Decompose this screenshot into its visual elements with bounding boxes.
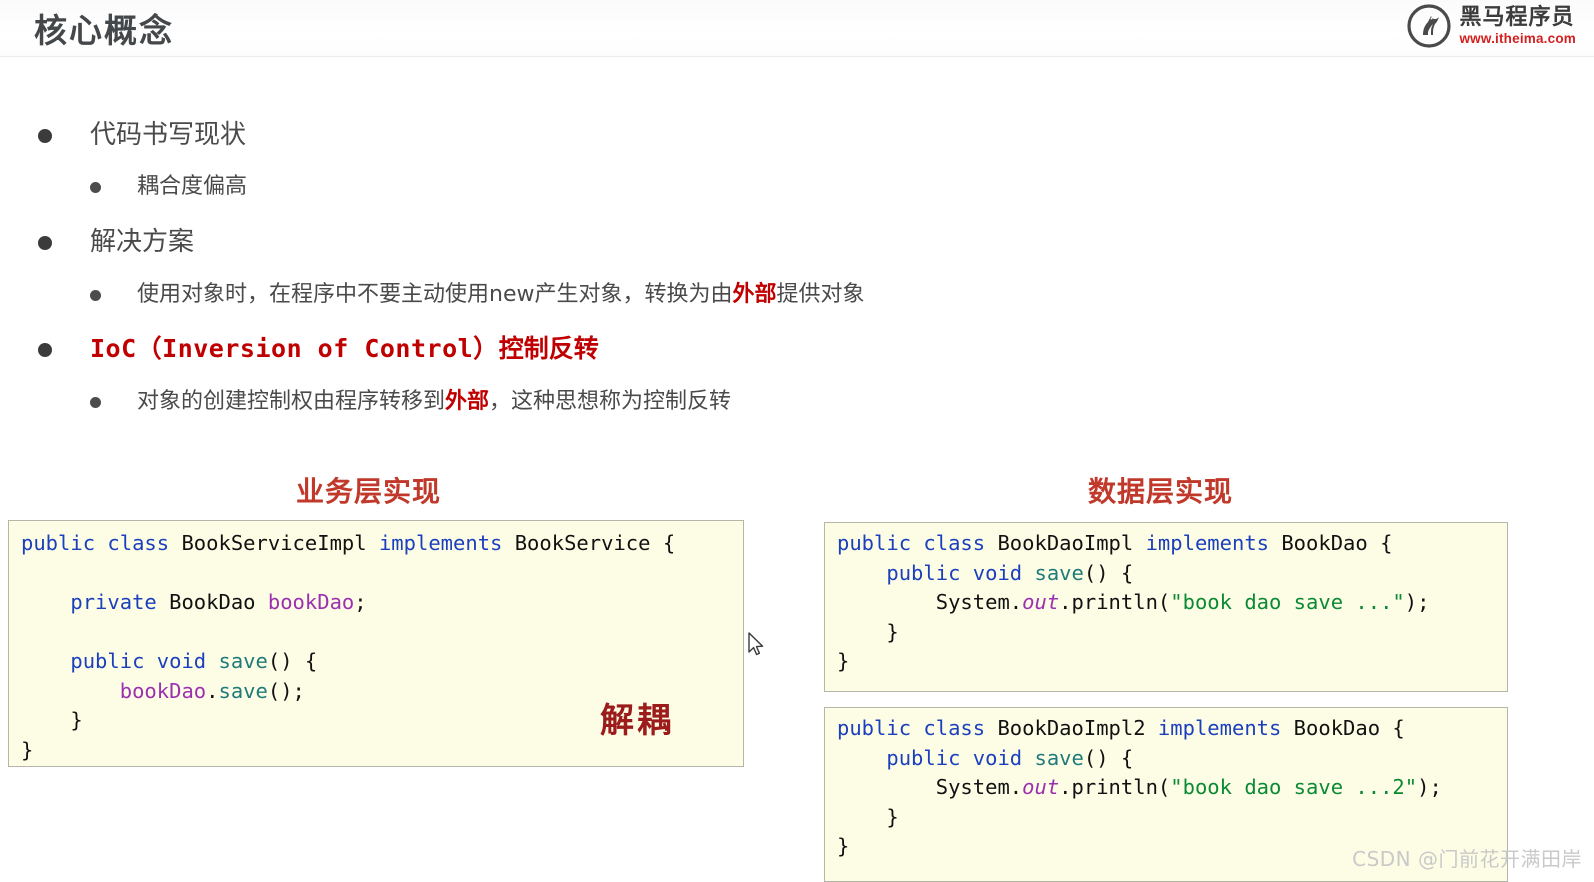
slide-canvas: 核心概念 黑马程序员 www.itheima.com 代码书写现状 耦合度偏高 …: [0, 0, 1594, 882]
code-line: System.out.println("book dao save ...");: [837, 590, 1430, 614]
code-line: private BookDao bookDao;: [70, 590, 367, 614]
bullet-item-use-object: 使用对象时，在程序中不要主动使用new产生对象，转换为由外部提供对象: [90, 276, 865, 308]
bullet-dot-icon: [90, 290, 101, 301]
code-line: public void save() {: [886, 560, 1134, 585]
bullet-dot-icon: [38, 129, 52, 143]
code-line: System.out.println("book dao save ...2")…: [837, 775, 1442, 799]
bullet-item-solution: 解决方案: [38, 221, 194, 258]
bullet-text-highlight: 外部: [732, 282, 777, 307]
bullet-label: 代码书写现状: [90, 120, 247, 150]
bullet-item-control-transfer: 对象的创建控制权由程序转移到外部，这种思想称为控制反转: [90, 383, 731, 415]
brand-url: www.itheima.com: [1459, 30, 1576, 46]
bullet-dot-icon: [38, 343, 52, 357]
brand-name: 黑马程序员: [1459, 4, 1575, 30]
ioc-chinese: 控制反转: [498, 334, 599, 363]
code-line: public void save() {: [886, 745, 1134, 770]
bullet-text-after: ，这种思想称为控制反转: [489, 389, 732, 414]
code-line: }: [837, 804, 899, 829]
bullet-text-highlight: 外部: [445, 389, 490, 414]
bullet-item-code-status: 代码书写现状: [38, 114, 246, 151]
code-line: public class BookDaoImpl2 implements Boo…: [837, 716, 1405, 740]
csdn-watermark: CSDN @门前花开满田岸: [1352, 847, 1582, 871]
slide-header: 核心概念 黑马程序员 www.itheima.com: [0, 0, 1594, 57]
mouse-pointer-icon: [748, 632, 764, 656]
brand-logo-text: 黑马程序员 www.itheima.com: [1459, 4, 1576, 46]
bullet-text-after: 提供对象: [776, 282, 865, 307]
bullet-dot-icon: [90, 397, 101, 408]
code-line: }: [837, 649, 850, 673]
bullet-dot-icon: [90, 182, 101, 193]
code-block-bookdaoimpl: public class BookDaoImpl implements Book…: [824, 522, 1508, 692]
horse-circle-logo-icon: [1407, 4, 1452, 48]
code-line: public void save() {: [70, 649, 318, 673]
code-line: public class BookServiceImpl implements …: [21, 531, 676, 555]
code-line: }: [837, 619, 899, 644]
bullet-text-before: 使用对象时，在程序中不要主动使用new产生对象，转换为由: [137, 282, 733, 307]
section-caption-data-layer: 数据层实现: [1088, 475, 1234, 508]
bullet-item-coupling: 耦合度偏高: [90, 168, 247, 200]
page-title: 核心概念: [34, 11, 174, 50]
bullet-text-before: 对象的创建控制权由程序转移到: [137, 389, 446, 414]
ioc-english: IoC（Inversion of Control）: [90, 334, 499, 363]
section-caption-service-layer: 业务层实现: [296, 475, 442, 508]
code-line: public class BookDaoImpl implements Book…: [837, 531, 1393, 555]
bullet-item-ioc: IoC（Inversion of Control）控制反转: [38, 329, 599, 365]
ioc-label: IoC（Inversion of Control）控制反转: [90, 329, 599, 365]
annotation-decouple: 解耦: [600, 701, 674, 741]
bullet-label: 使用对象时，在程序中不要主动使用new产生对象，转换为由外部提供对象: [137, 276, 865, 308]
bullet-label: 解决方案: [90, 227, 195, 257]
bullet-dot-icon: [38, 236, 52, 250]
bullet-label: 对象的创建控制权由程序转移到外部，这种思想称为控制反转: [137, 383, 731, 415]
brand-logo: 黑马程序员 www.itheima.com: [1407, 2, 1576, 50]
bullet-label: 耦合度偏高: [137, 174, 248, 199]
